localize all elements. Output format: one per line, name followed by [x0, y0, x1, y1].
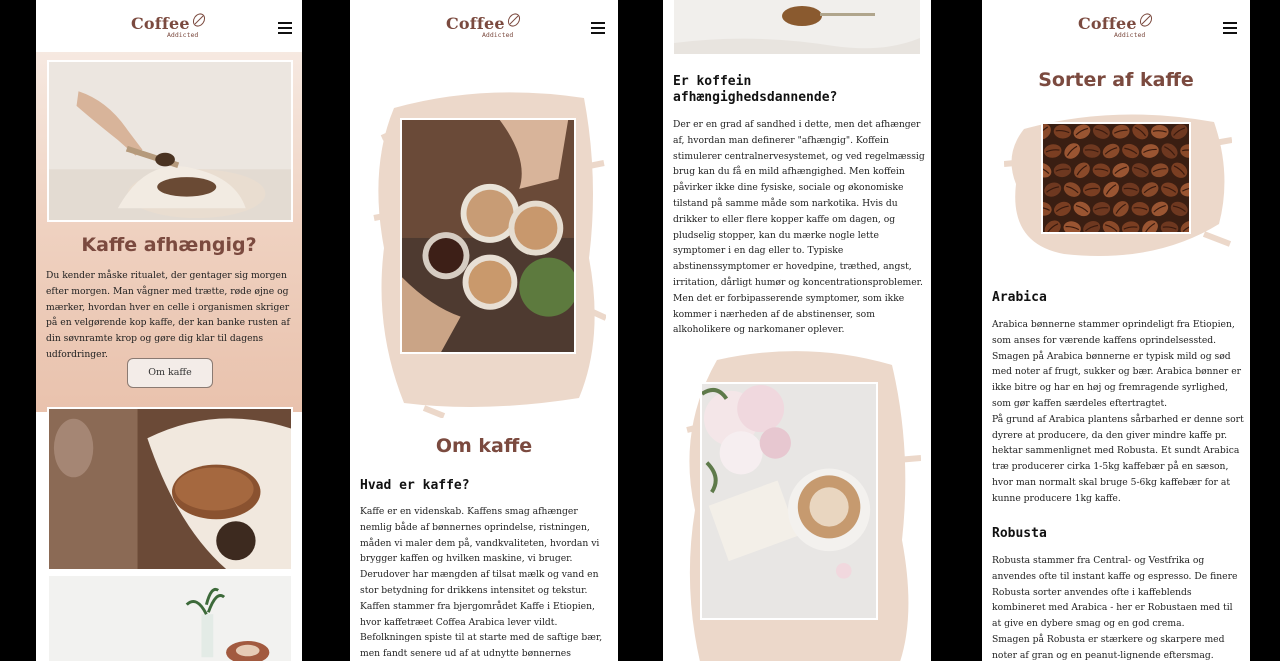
- om-kaffe-button[interactable]: Om kaffe: [127, 358, 213, 388]
- site-logo[interactable]: Coffee Addicted: [131, 10, 207, 40]
- paragraph: Kaffe er en videnskab. Kaffens smag afhæ…: [360, 506, 600, 596]
- paragraph: Robusta stammer fra Central- og Vestfrik…: [992, 555, 1238, 630]
- caffeine-paragraph: Der er en grad af sandhed i dette, men d…: [673, 119, 925, 336]
- logo-subtext: Addicted: [482, 31, 514, 39]
- subsection-title: Hvad er kaffe?: [360, 478, 470, 493]
- robusta-text: Robusta stammer fra Central- og Vestfrik…: [992, 553, 1244, 661]
- image-coffee-beans: [1041, 122, 1191, 234]
- screen-kaffe-afhaengig: Coffee Addicted Kaffe afhængig? Du kende…: [36, 0, 302, 661]
- image-flowers-book-cappuccino: [700, 382, 878, 620]
- paragraph: Kaffen stammer fra bjergområdet Kaffe i …: [360, 600, 603, 660]
- coffee-bean-icon: [1139, 13, 1153, 27]
- logo-subtext: Addicted: [167, 31, 199, 39]
- paragraph: På grund af Arabica plantens sårbarhed e…: [992, 413, 1244, 504]
- hamburger-icon[interactable]: [591, 22, 605, 34]
- paragraph: Arabica bønnerne stammer oprindeligt fra…: [992, 319, 1242, 409]
- image-latte-plant: [47, 574, 293, 661]
- section-title: Om kaffe: [435, 435, 533, 457]
- coffee-bean-icon: [192, 13, 206, 27]
- image-coffee-filter: [47, 407, 293, 571]
- image-coffee-cheers: [400, 118, 576, 354]
- intro-paragraph: Du kender måske ritualet, der gentager s…: [46, 270, 290, 360]
- screen-koffein: Er koffein afhængighedsdannende? Der er …: [663, 0, 931, 661]
- paragraph: Smagen på Robusta er stærkere og skarper…: [992, 633, 1225, 661]
- image-coffee-spoon: [674, 0, 920, 54]
- about-coffee-text: Kaffe er en videnskab. Kaffens smag afhæ…: [360, 504, 610, 661]
- hamburger-icon[interactable]: [1223, 22, 1237, 34]
- site-header: Coffee Addicted: [350, 0, 618, 52]
- screen-sorter-af-kaffe: Coffee Addicted Sorter af kaffe Arabica …: [982, 0, 1250, 661]
- arabica-heading: Arabica: [992, 290, 1047, 305]
- logo-subtext: Addicted: [1114, 31, 1146, 39]
- hamburger-icon[interactable]: [278, 22, 292, 34]
- page-title: Kaffe afhængig?: [81, 234, 257, 256]
- hero-image-coffee-scoop: [47, 60, 293, 222]
- arabica-text: Arabica bønnerne stammer oprindeligt fra…: [992, 317, 1244, 507]
- site-header: Coffee Addicted: [982, 0, 1250, 52]
- coffee-bean-icon: [507, 13, 521, 27]
- robusta-heading: Robusta: [992, 526, 1047, 541]
- site-logo[interactable]: Coffee Addicted: [446, 10, 522, 40]
- site-header: Coffee Addicted: [36, 0, 302, 52]
- section-title: Er koffein afhængighedsdannende?: [673, 74, 838, 105]
- screen-om-kaffe: Coffee Addicted Om kaffe Hvad er kaffe?: [350, 0, 618, 661]
- page-title: Sorter af kaffe: [1038, 69, 1194, 91]
- site-logo[interactable]: Coffee Addicted: [1078, 10, 1154, 40]
